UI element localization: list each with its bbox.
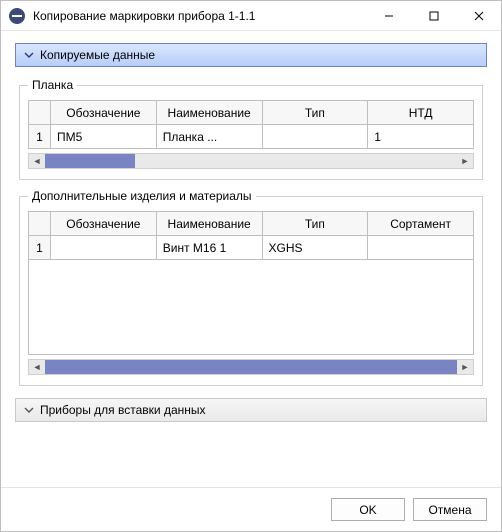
grid-plate[interactable]: Обозначение Наименование Тип НТД 1 ПМ5 П… [28,100,474,149]
row-header-blank [29,101,51,125]
col-header[interactable]: Сортамент [368,212,474,236]
scroll-thumb[interactable] [45,360,457,374]
scroll-thumb[interactable] [45,154,135,168]
section-copied-data-title: Копируемые данные [40,48,155,62]
chevron-down-icon [22,405,36,415]
col-header[interactable]: Наименование [156,101,262,125]
dialog-button-row: OK Отмена [1,487,501,531]
scroll-left-icon[interactable]: ◄ [29,154,45,168]
grid-extra-empty-area [28,260,474,355]
chevron-down-icon [22,50,36,60]
cell[interactable] [368,236,474,260]
cell[interactable]: Планка ... [156,125,262,149]
close-button[interactable] [456,1,501,31]
table-row[interactable]: 1 ПМ5 Планка ... 1 [29,125,474,149]
grid-extra[interactable]: Обозначение Наименование Тип Сортамент 1… [28,211,474,355]
dialog-window: Копирование маркировки прибора 1-1.1 Коп… [0,0,502,532]
table-header-row: Обозначение Наименование Тип Сортамент [29,212,474,236]
row-number: 1 [29,125,51,149]
window-title: Копирование маркировки прибора 1-1.1 [33,9,366,23]
cancel-button[interactable]: Отмена [413,498,487,521]
scroll-right-icon[interactable]: ► [457,154,473,168]
col-header[interactable]: Тип [262,212,368,236]
col-header[interactable]: Тип [262,101,368,125]
table-header-row: Обозначение Наименование Тип НТД [29,101,474,125]
group-extra: Дополнительные изделия и материалы Обозн… [19,196,483,386]
grid-plate-hscroll[interactable]: ◄ ► [28,153,474,169]
col-header[interactable]: Обозначение [51,212,157,236]
section-copied-data-header[interactable]: Копируемые данные [15,43,487,67]
group-plate: Планка Обозначение Наименование Тип НТД [19,85,483,180]
cell[interactable]: XGHS [262,236,368,260]
section-insert-targets-title: Приборы для вставки данных [40,403,206,417]
app-icon [9,8,25,24]
minimize-button[interactable] [366,1,411,31]
section-insert-targets-header[interactable]: Приборы для вставки данных [15,398,487,422]
table-row[interactable]: 1 Винт М16 1 XGHS [29,236,474,260]
ok-button[interactable]: OK [331,498,405,521]
cell[interactable]: 1 [368,125,474,149]
col-header[interactable]: Обозначение [51,101,157,125]
group-extra-legend: Дополнительные изделия и материалы [28,189,256,203]
cell[interactable]: ПМ5 [51,125,157,149]
cell[interactable] [51,236,157,260]
group-plate-legend: Планка [28,78,77,92]
section-copied-data-body: Планка Обозначение Наименование Тип НТД [15,67,487,390]
client-area: Копируемые данные Планка Обозначение Наи… [1,31,501,487]
titlebar: Копирование маркировки прибора 1-1.1 [1,1,501,31]
scroll-right-icon[interactable]: ► [457,360,473,374]
col-header[interactable]: Наименование [156,212,262,236]
row-number: 1 [29,236,51,260]
scroll-left-icon[interactable]: ◄ [29,360,45,374]
maximize-button[interactable] [411,1,456,31]
cell[interactable]: Винт М16 1 [156,236,262,260]
cell[interactable] [262,125,368,149]
grid-extra-hscroll[interactable]: ◄ ► [28,359,474,375]
col-header[interactable]: НТД [368,101,474,125]
row-header-blank [29,212,51,236]
